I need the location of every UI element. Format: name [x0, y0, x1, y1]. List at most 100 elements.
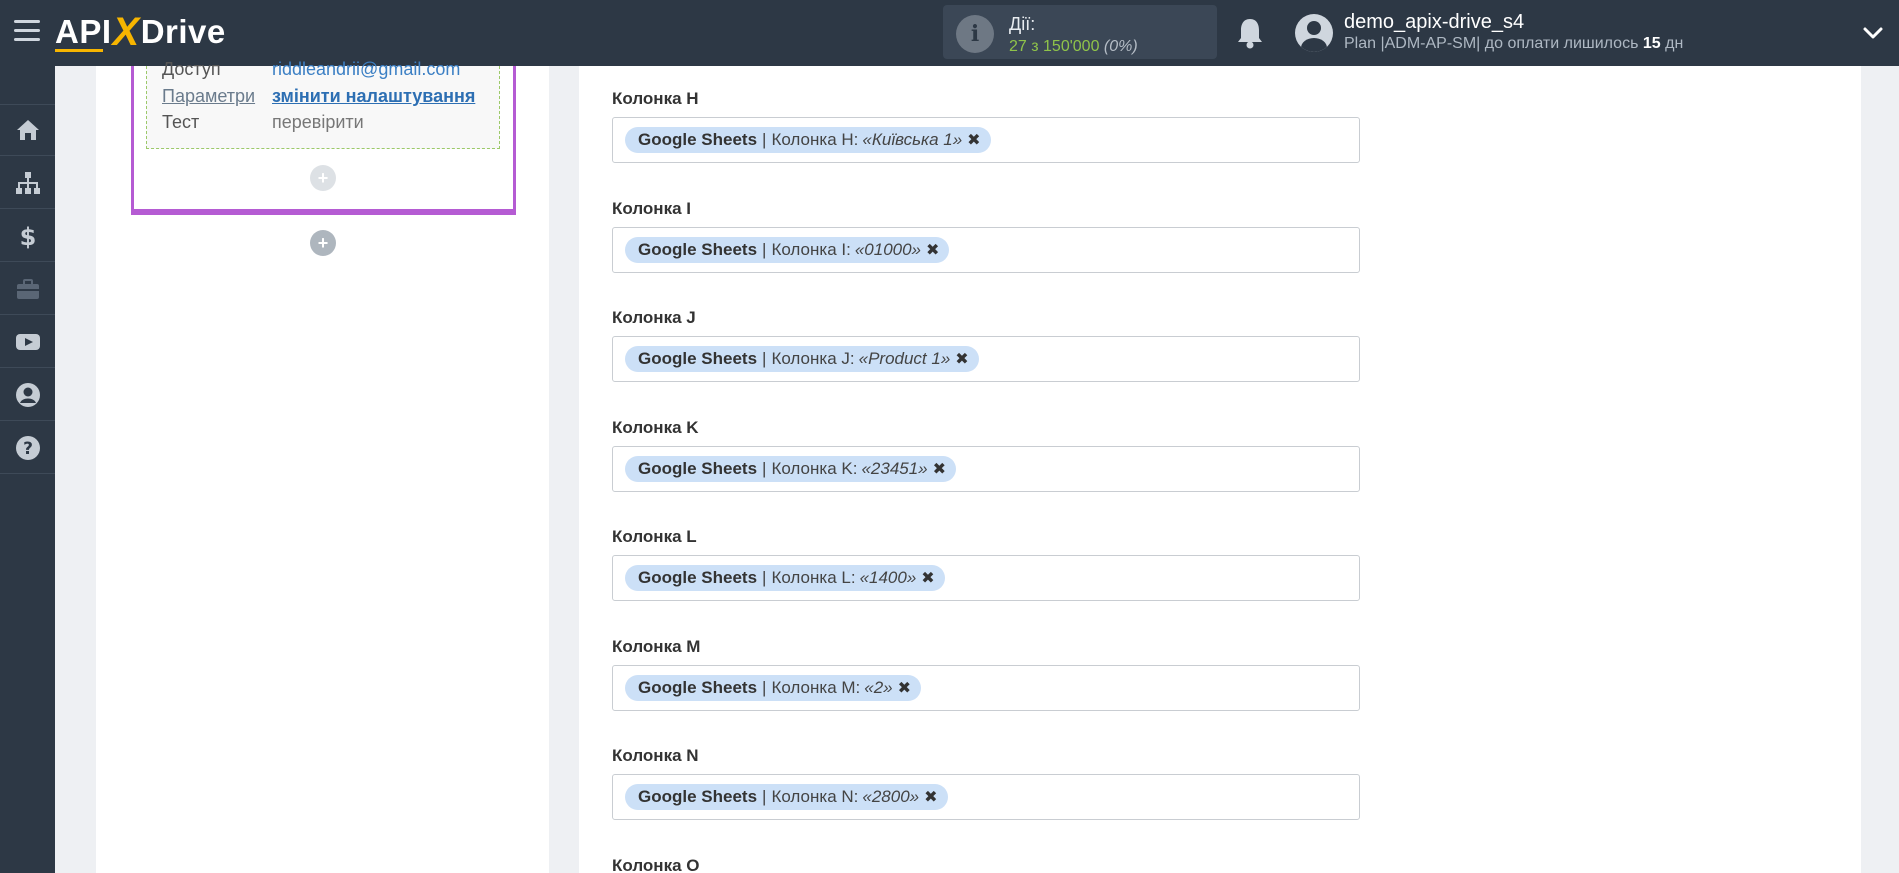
sidebar-item-billing[interactable]: $ — [0, 210, 55, 262]
top-bar: API X Drive i Дії: 27 з 150'000 (0%) demo_… — [0, 0, 1899, 66]
sidebar-item-sitemap[interactable] — [0, 157, 55, 209]
tag-value: «2800» — [862, 787, 920, 806]
remove-tag-icon[interactable]: ✖ — [898, 678, 911, 698]
bell-icon[interactable] — [1234, 16, 1266, 50]
user-icon — [15, 382, 40, 407]
remove-tag-icon[interactable]: ✖ — [926, 240, 939, 260]
mapped-value-tag[interactable]: Google Sheets | Колонка L: «1400» ✖ — [625, 565, 945, 591]
field-input[interactable]: Google Sheets | Колонка L: «1400» ✖ — [612, 555, 1360, 601]
plan-days-unit: дн — [1665, 35, 1684, 52]
mapped-value-tag[interactable]: Google Sheets | Колонка M: «2» ✖ — [625, 674, 922, 701]
tag-source: Google Sheets — [638, 677, 758, 697]
tag-column: Колонка I: — [771, 239, 851, 259]
mapped-value-tag[interactable]: Google Sheets | Колонка N: «2800» ✖ — [625, 784, 948, 810]
logo-api: API — [55, 13, 112, 50]
field-input[interactable]: Google Sheets | Колонка J: «Product 1» ✖ — [612, 336, 1360, 382]
field-input[interactable]: Google Sheets | Колонка M: «2» ✖ — [612, 664, 1360, 711]
tag-value: «1400» — [859, 568, 917, 587]
logo-x: X — [112, 9, 140, 54]
tag-column: Колонка N: — [771, 787, 859, 806]
sidebar-item-home[interactable] — [0, 104, 55, 156]
field-label: Колонка J — [612, 308, 696, 327]
user-name[interactable]: demo_apix-drive_s4 — [1344, 11, 1524, 34]
actions-percent: (0%) — [1103, 38, 1138, 55]
tag-column: Колонка J: — [771, 349, 855, 368]
tag-separator: | — [762, 239, 767, 259]
mapped-value-tag[interactable]: Google Sheets | Колонка H: «Київська 1» ✖ — [625, 127, 991, 153]
tag-value: «23451» — [861, 458, 928, 478]
tag-column: Колонка L: — [771, 568, 856, 587]
tag-column: Колонка H: — [771, 130, 859, 149]
field-label: Колонка L — [612, 527, 697, 546]
field-input[interactable]: Google Sheets | Колонка N: «2800» ✖ — [612, 774, 1360, 820]
field-input[interactable]: Google Sheets | Колонка H: «Київська 1» ✖ — [612, 117, 1360, 163]
field-input[interactable]: Google Sheets | Колонка K: «23451» ✖ — [612, 445, 1360, 492]
mapped-value-tag[interactable]: Google Sheets | Колонка K: «23451» ✖ — [625, 455, 957, 482]
field-label: Колонка N — [612, 746, 699, 765]
tag-value: «Product 1» — [858, 349, 951, 368]
change-settings-link[interactable]: змінити налаштування — [272, 86, 475, 107]
logo-underline — [55, 49, 103, 52]
mapped-value-tag[interactable]: Google Sheets | Колонка I: «01000» ✖ — [625, 236, 950, 263]
tag-value: «01000» — [854, 239, 922, 259]
remove-tag-icon[interactable]: ✖ — [967, 130, 980, 150]
tag-separator: | — [762, 568, 767, 587]
tag-separator: | — [762, 458, 767, 478]
tag-column: Колонка K: — [771, 458, 858, 478]
add-step-button[interactable]: + — [310, 230, 336, 256]
tag-column: Колонка M: — [771, 677, 861, 697]
remove-tag-icon[interactable]: ✖ — [955, 349, 968, 369]
add-step-button-inner[interactable]: + — [310, 165, 336, 191]
tag-source: Google Sheets — [638, 568, 758, 587]
user-plan: Plan |ADM-AP-SM| до оплати лишилось 15 д… — [1344, 35, 1683, 53]
svg-text:$: $ — [19, 223, 36, 249]
sidebar: $ ? — [0, 66, 55, 873]
test-link[interactable]: перевірити — [272, 112, 364, 133]
sidebar-item-briefcase[interactable] — [0, 263, 55, 315]
remove-tag-icon[interactable]: ✖ — [924, 787, 937, 807]
sidebar-item-video[interactable] — [0, 316, 55, 368]
svg-text:?: ? — [23, 439, 33, 459]
field-label: Колонка M — [612, 636, 701, 656]
actions-label: Дії: — [1009, 14, 1036, 34]
access-value: riddleandrii@gmail.com — [272, 59, 461, 79]
params-label[interactable]: Параметри — [162, 86, 255, 107]
test-label: Тест — [162, 112, 200, 132]
youtube-icon — [15, 333, 40, 350]
tag-source: Google Sheets — [638, 349, 758, 368]
plan-days: 15 — [1642, 35, 1661, 52]
field-label-o: Колонка O — [612, 856, 700, 873]
chevron-down-icon[interactable] — [1862, 22, 1884, 44]
sidebar-item-account[interactable] — [0, 369, 55, 421]
remove-tag-icon[interactable]: ✖ — [921, 568, 934, 588]
logo-drive: Drive — [140, 13, 226, 50]
tag-separator: | — [762, 787, 767, 806]
sidebar-item-help[interactable]: ? — [0, 422, 55, 474]
tag-value: «Київська 1» — [862, 130, 963, 149]
tag-separator: | — [762, 677, 767, 697]
actions-counter[interactable]: i Дії: 27 з 150'000 (0%) — [943, 5, 1217, 59]
user-avatar-icon[interactable] — [1295, 14, 1333, 52]
plan-text: Plan |ADM-AP-SM| до оплати лишилось — [1344, 35, 1639, 52]
tag-separator: | — [762, 130, 767, 149]
remove-tag-icon[interactable]: ✖ — [933, 459, 946, 479]
briefcase-icon — [16, 278, 39, 299]
tag-source: Google Sheets — [638, 787, 758, 806]
dollar-icon: $ — [19, 223, 36, 249]
apix-drive-logo[interactable]: API X Drive — [55, 10, 226, 54]
tag-source: Google Sheets — [638, 458, 758, 478]
actions-value: 27 з 150'000 (0%) — [1009, 38, 1138, 56]
tag-source: Google Sheets — [638, 239, 758, 259]
mapped-value-tag[interactable]: Google Sheets | Колонка J: «Product 1» ✖ — [625, 346, 979, 372]
actions-count: 27 з 150'000 — [1009, 38, 1100, 55]
tag-separator: | — [762, 349, 767, 368]
tag-source: Google Sheets — [638, 130, 758, 149]
field-label: Колонка H — [612, 89, 699, 108]
menu-icon[interactable] — [14, 20, 40, 44]
field-input[interactable]: Google Sheets | Колонка I: «01000» ✖ — [612, 226, 1360, 273]
access-label: Доступ — [162, 59, 221, 79]
info-icon: i — [956, 15, 994, 53]
home-icon — [16, 120, 39, 140]
field-label: Колонка K — [612, 417, 699, 437]
help-icon: ? — [15, 435, 40, 460]
